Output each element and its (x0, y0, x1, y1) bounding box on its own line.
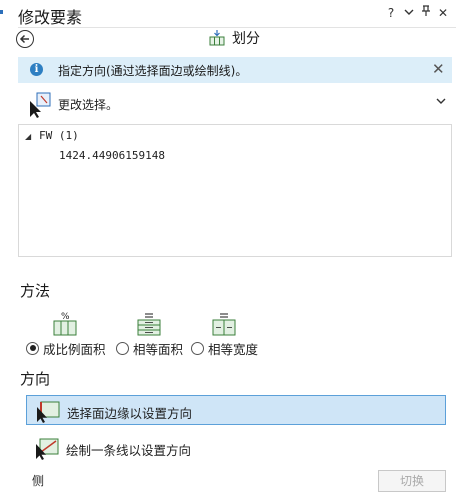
change-selection-label: 更改选择。 (58, 98, 119, 112)
select-edge-label: 选择面边缘以设置方向 (67, 406, 193, 421)
direction-option-draw-line[interactable]: 绘制一条线以设置方向 (26, 433, 446, 463)
tool-title: 划分 (232, 31, 260, 47)
draw-line-icon (36, 438, 59, 460)
pane-titlebar: 修改要素 ? ✕ (0, 0, 460, 27)
layer-node[interactable]: FW (1) (39, 129, 79, 142)
equal-area-radio[interactable] (116, 341, 129, 355)
expand-selection-button[interactable] (436, 95, 446, 109)
pin-button[interactable] (419, 4, 433, 22)
feature-node[interactable]: 1424.44906159148 (59, 149, 165, 162)
direction-heading: 方向 (20, 370, 51, 388)
method-option-proportional[interactable]: 成比例面积 (26, 338, 106, 358)
select-edge-icon (37, 401, 60, 423)
help-button[interactable]: ? (384, 4, 398, 22)
left-edge (0, 0, 3, 500)
info-icon: i (30, 63, 43, 76)
feature-tree[interactable]: ◢ FW (1) 1424.44906159148 (18, 124, 452, 257)
proportional-area-icon: % (53, 312, 77, 336)
back-button[interactable] (16, 30, 34, 48)
equal-area-icon (137, 313, 161, 336)
info-message-bar: i 指定方向(通过选择面边或绘制线)。 ✕ (18, 57, 452, 83)
collapse-icon[interactable]: ◢ (25, 132, 31, 141)
pin-icon (422, 5, 430, 16)
chevron-down-icon (404, 9, 414, 15)
chevron-down-icon (436, 98, 446, 104)
arrow-left-icon (19, 34, 29, 44)
select-features-icon (30, 92, 51, 118)
change-selection-row[interactable]: 更改选择。 (18, 90, 452, 118)
method-option-equal-area[interactable]: 相等面积 (116, 338, 183, 358)
equal-width-icon (212, 313, 236, 336)
info-message: 指定方向(通过选择面边或绘制线)。 (58, 64, 248, 78)
method-option-equal-width[interactable]: 相等宽度 (191, 338, 258, 358)
switch-button[interactable]: 切换 (378, 470, 446, 492)
direction-option-select-edge[interactable]: 选择面边缘以设置方向 (26, 395, 446, 425)
pane-title: 修改要素 (18, 8, 83, 27)
proportional-radio[interactable] (26, 341, 39, 355)
equal-width-label: 相等宽度 (208, 341, 259, 357)
equal-area-label: 相等面积 (133, 341, 184, 357)
options-menu-button[interactable] (402, 4, 416, 22)
dismiss-info-button[interactable]: ✕ (432, 60, 445, 78)
side-label: 侧 (32, 474, 45, 488)
proportional-label: 成比例面积 (43, 341, 106, 357)
equal-width-radio[interactable] (191, 341, 204, 355)
divide-icon (209, 30, 225, 46)
method-heading: 方法 (20, 282, 51, 300)
close-pane-button[interactable]: ✕ (436, 4, 450, 22)
draw-line-label: 绘制一条线以设置方向 (66, 443, 192, 458)
tool-header: 划分 (208, 27, 260, 49)
